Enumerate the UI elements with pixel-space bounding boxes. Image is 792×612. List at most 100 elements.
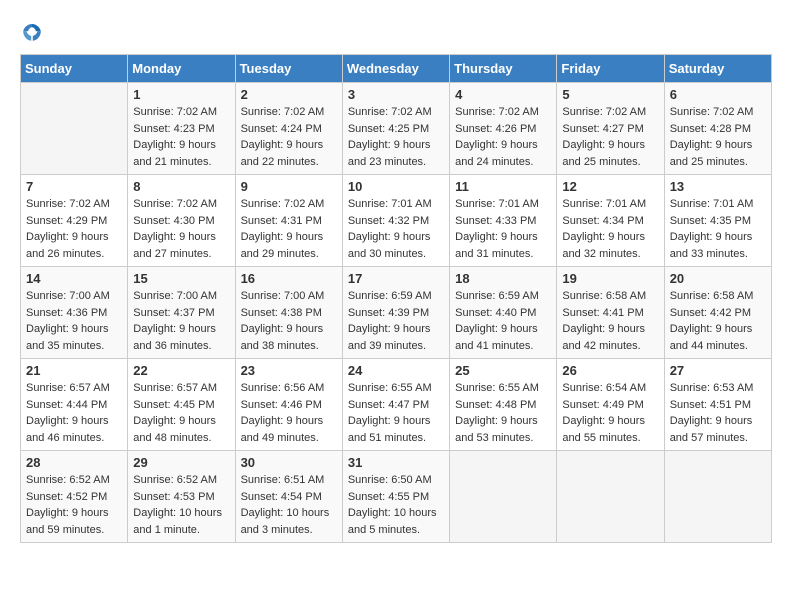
day-info: Sunrise: 7:02 AMSunset: 4:26 PMDaylight:… [455,104,551,170]
day-info: Sunrise: 7:02 AMSunset: 4:25 PMDaylight:… [348,104,444,170]
day-info: Sunrise: 6:51 AMSunset: 4:54 PMDaylight:… [241,472,337,538]
day-number: 2 [241,87,337,102]
column-header-monday: Monday [128,55,235,83]
day-number: 28 [26,455,122,470]
calendar-cell: 23 Sunrise: 6:56 AMSunset: 4:46 PMDayligh… [235,359,342,451]
day-number: 11 [455,179,551,194]
day-info: Sunrise: 7:02 AMSunset: 4:28 PMDaylight:… [670,104,766,170]
day-number: 5 [562,87,658,102]
calendar-header-row: SundayMondayTuesdayWednesdayThursdayFrid… [21,55,772,83]
day-info: Sunrise: 6:59 AMSunset: 4:40 PMDaylight:… [455,288,551,354]
day-number: 18 [455,271,551,286]
day-number: 22 [133,363,229,378]
logo [20,20,48,44]
calendar-week-row: 7 Sunrise: 7:02 AMSunset: 4:29 PMDaylight… [21,175,772,267]
column-header-tuesday: Tuesday [235,55,342,83]
day-number: 15 [133,271,229,286]
calendar-cell: 27 Sunrise: 6:53 AMSunset: 4:51 PMDayligh… [664,359,771,451]
day-info: Sunrise: 6:58 AMSunset: 4:41 PMDaylight:… [562,288,658,354]
day-info: Sunrise: 7:01 AMSunset: 4:33 PMDaylight:… [455,196,551,262]
day-number: 6 [670,87,766,102]
day-info: Sunrise: 6:54 AMSunset: 4:49 PMDaylight:… [562,380,658,446]
column-header-thursday: Thursday [450,55,557,83]
day-number: 1 [133,87,229,102]
day-number: 13 [670,179,766,194]
calendar-cell: 10 Sunrise: 7:01 AMSunset: 4:32 PMDayligh… [342,175,449,267]
day-number: 26 [562,363,658,378]
calendar-cell: 28 Sunrise: 6:52 AMSunset: 4:52 PMDayligh… [21,451,128,543]
day-number: 7 [26,179,122,194]
day-info: Sunrise: 6:58 AMSunset: 4:42 PMDaylight:… [670,288,766,354]
calendar-week-row: 21 Sunrise: 6:57 AMSunset: 4:44 PMDayligh… [21,359,772,451]
day-number: 12 [562,179,658,194]
calendar-cell: 31Sunrise: 6:50 AMSunset: 4:55 PMDayligh… [342,451,449,543]
day-number: 23 [241,363,337,378]
calendar-week-row: 1 Sunrise: 7:02 AMSunset: 4:23 PMDaylight… [21,83,772,175]
logo-icon [20,20,44,44]
day-number: 8 [133,179,229,194]
day-info: Sunrise: 7:01 AMSunset: 4:34 PMDaylight:… [562,196,658,262]
day-number: 29 [133,455,229,470]
calendar-cell: 17 Sunrise: 6:59 AMSunset: 4:39 PMDayligh… [342,267,449,359]
column-header-friday: Friday [557,55,664,83]
day-info: Sunrise: 6:52 AMSunset: 4:52 PMDaylight:… [26,472,122,538]
column-header-saturday: Saturday [664,55,771,83]
calendar-cell: 1 Sunrise: 7:02 AMSunset: 4:23 PMDaylight… [128,83,235,175]
day-number: 25 [455,363,551,378]
day-number: 24 [348,363,444,378]
day-number: 16 [241,271,337,286]
day-number: 21 [26,363,122,378]
day-info: Sunrise: 6:53 AMSunset: 4:51 PMDaylight:… [670,380,766,446]
day-info: Sunrise: 7:02 AMSunset: 4:30 PMDaylight:… [133,196,229,262]
page-header [20,20,772,44]
day-info: Sunrise: 6:59 AMSunset: 4:39 PMDaylight:… [348,288,444,354]
column-header-sunday: Sunday [21,55,128,83]
day-info: Sunrise: 6:56 AMSunset: 4:46 PMDaylight:… [241,380,337,446]
calendar-cell: 18 Sunrise: 6:59 AMSunset: 4:40 PMDayligh… [450,267,557,359]
day-info: Sunrise: 7:02 AMSunset: 4:27 PMDaylight:… [562,104,658,170]
calendar-week-row: 14Sunrise: 7:00 AMSunset: 4:36 PMDayligh… [21,267,772,359]
day-number: 4 [455,87,551,102]
calendar-cell: 21 Sunrise: 6:57 AMSunset: 4:44 PMDayligh… [21,359,128,451]
calendar-cell: 25 Sunrise: 6:55 AMSunset: 4:48 PMDayligh… [450,359,557,451]
day-number: 9 [241,179,337,194]
day-number: 19 [562,271,658,286]
day-info: Sunrise: 7:02 AMSunset: 4:24 PMDaylight:… [241,104,337,170]
calendar-cell [21,83,128,175]
calendar-cell: 26 Sunrise: 6:54 AMSunset: 4:49 PMDayligh… [557,359,664,451]
calendar-cell: 19 Sunrise: 6:58 AMSunset: 4:41 PMDayligh… [557,267,664,359]
calendar-cell: 14Sunrise: 7:00 AMSunset: 4:36 PMDayligh… [21,267,128,359]
day-number: 30 [241,455,337,470]
day-info: Sunrise: 6:55 AMSunset: 4:48 PMDaylight:… [455,380,551,446]
calendar-cell: 16 Sunrise: 7:00 AMSunset: 4:38 PMDayligh… [235,267,342,359]
calendar-cell [450,451,557,543]
day-info: Sunrise: 7:00 AMSunset: 4:38 PMDaylight:… [241,288,337,354]
day-number: 20 [670,271,766,286]
calendar-cell: 8 Sunrise: 7:02 AMSunset: 4:30 PMDaylight… [128,175,235,267]
calendar-cell [664,451,771,543]
day-info: Sunrise: 6:57 AMSunset: 4:44 PMDaylight:… [26,380,122,446]
day-number: 14 [26,271,122,286]
day-number: 10 [348,179,444,194]
calendar-cell [557,451,664,543]
calendar-cell: 20 Sunrise: 6:58 AMSunset: 4:42 PMDayligh… [664,267,771,359]
calendar-cell: 11 Sunrise: 7:01 AMSunset: 4:33 PMDayligh… [450,175,557,267]
day-info: Sunrise: 7:02 AMSunset: 4:29 PMDaylight:… [26,196,122,262]
day-number: 3 [348,87,444,102]
day-info: Sunrise: 6:50 AMSunset: 4:55 PMDaylight:… [348,472,444,538]
calendar-cell: 5 Sunrise: 7:02 AMSunset: 4:27 PMDaylight… [557,83,664,175]
day-info: Sunrise: 6:55 AMSunset: 4:47 PMDaylight:… [348,380,444,446]
calendar-cell: 15Sunrise: 7:00 AMSunset: 4:37 PMDayligh… [128,267,235,359]
calendar-cell: 13 Sunrise: 7:01 AMSunset: 4:35 PMDayligh… [664,175,771,267]
day-info: Sunrise: 6:52 AMSunset: 4:53 PMDaylight:… [133,472,229,538]
calendar-cell: 4 Sunrise: 7:02 AMSunset: 4:26 PMDaylight… [450,83,557,175]
day-info: Sunrise: 7:01 AMSunset: 4:32 PMDaylight:… [348,196,444,262]
day-number: 27 [670,363,766,378]
calendar-cell: 6 Sunrise: 7:02 AMSunset: 4:28 PMDaylight… [664,83,771,175]
calendar-cell: 29 Sunrise: 6:52 AMSunset: 4:53 PMDayligh… [128,451,235,543]
day-info: Sunrise: 7:01 AMSunset: 4:35 PMDaylight:… [670,196,766,262]
day-number: 17 [348,271,444,286]
calendar-cell: 2 Sunrise: 7:02 AMSunset: 4:24 PMDaylight… [235,83,342,175]
day-info: Sunrise: 7:02 AMSunset: 4:23 PMDaylight:… [133,104,229,170]
day-info: Sunrise: 6:57 AMSunset: 4:45 PMDaylight:… [133,380,229,446]
